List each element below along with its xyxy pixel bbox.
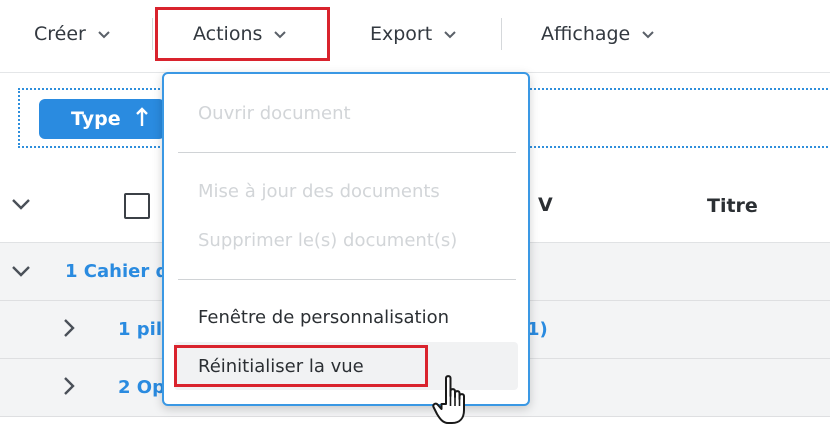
column-header-titre[interactable]: Titre: [707, 195, 758, 217]
menu-item-fenetre-personnalisation[interactable]: Fenêtre de personnalisation: [198, 307, 449, 328]
chevron-down-icon: [96, 26, 112, 42]
chevron-down-icon[interactable]: [10, 263, 32, 283]
menu-divider: [178, 152, 516, 153]
actions-highlight-box: [155, 7, 330, 61]
creer-menu-button[interactable]: Créer: [34, 16, 112, 52]
toolbar-divider: [152, 18, 153, 50]
group-row-suffix: 1): [527, 319, 548, 340]
group-row-label[interactable]: 1 Cahier d: [65, 261, 168, 282]
chevron-right-icon[interactable]: [62, 375, 76, 401]
affichage-label: Affichage: [541, 23, 631, 45]
reinitialiser-highlight-box: [174, 345, 428, 387]
menu-divider: [178, 279, 516, 280]
toolbar-divider: [501, 18, 502, 50]
creer-label: Créer: [34, 23, 86, 45]
menu-item-supprimer: Supprimer le(s) document(s): [198, 230, 458, 251]
affichage-menu-button[interactable]: Affichage: [541, 16, 656, 52]
group-chip-type[interactable]: Type: [39, 99, 165, 139]
select-all-checkbox[interactable]: [124, 193, 150, 219]
export-label: Export: [370, 23, 433, 45]
group-chip-label: Type: [71, 108, 121, 130]
collapse-all-chevron-icon[interactable]: [10, 196, 32, 216]
chevron-down-icon: [640, 26, 656, 42]
group-row-label[interactable]: 2 Op: [118, 377, 165, 398]
group-row-label[interactable]: 1 pil: [118, 319, 162, 340]
column-header-v[interactable]: V: [538, 194, 553, 216]
chevron-down-icon: [442, 26, 458, 42]
menu-item-ouvrir-document: Ouvrir document: [198, 103, 351, 124]
export-menu-button[interactable]: Export: [370, 16, 458, 52]
hand-cursor-icon: [432, 375, 465, 424]
chevron-right-icon[interactable]: [62, 317, 76, 343]
menu-item-mise-a-jour: Mise à jour des documents: [198, 181, 440, 202]
toolbar: Créer Actions Export Affichage: [0, 0, 830, 73]
arrow-up-icon[interactable]: [135, 106, 149, 132]
